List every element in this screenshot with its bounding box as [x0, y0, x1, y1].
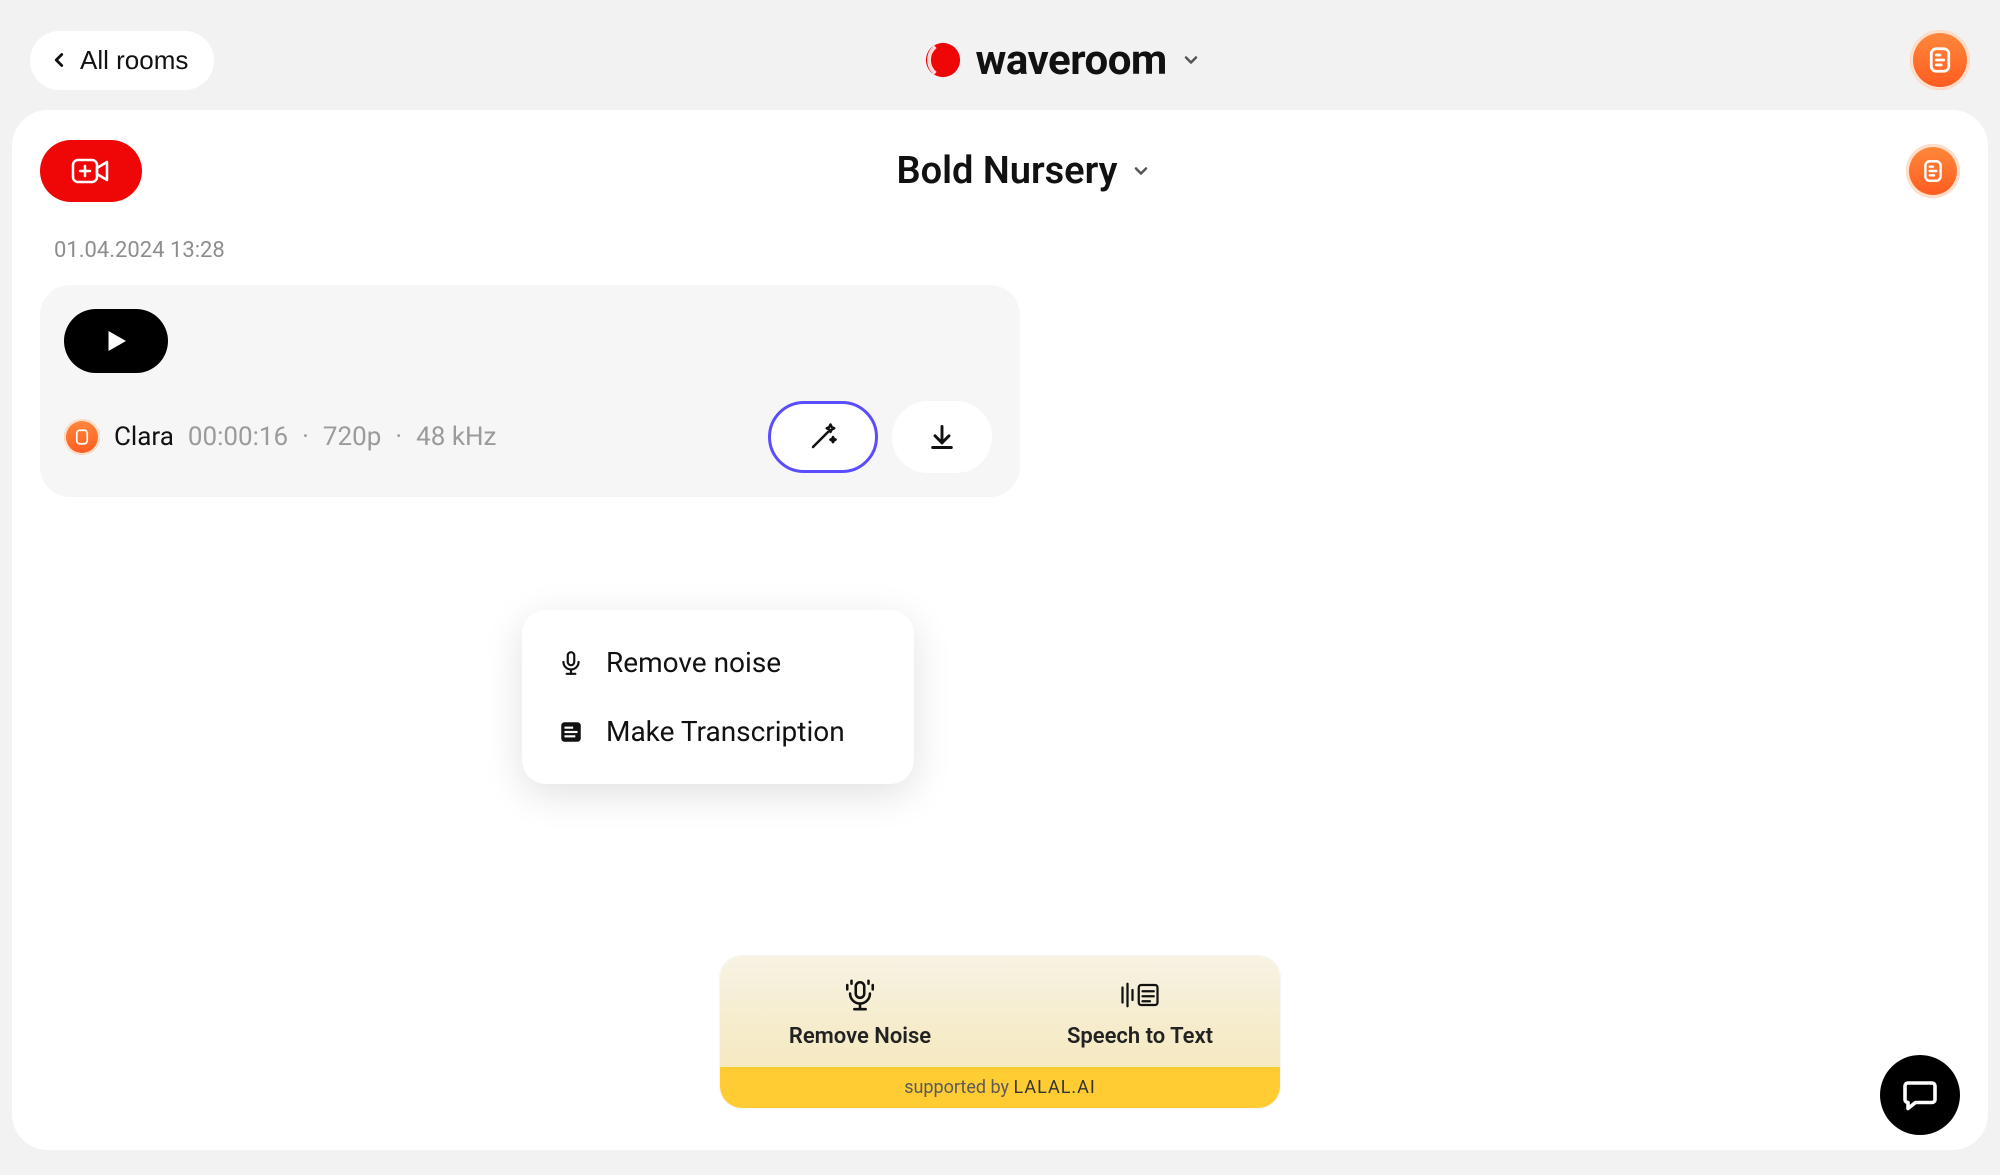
all-rooms-label: All rooms	[80, 45, 188, 76]
toolbar-supported-by: supported by LALAL.AI	[720, 1067, 1280, 1108]
room-title: Bold Nursery	[897, 149, 1118, 193]
speech-text-icon	[1120, 978, 1160, 1012]
chevron-left-icon	[48, 49, 70, 71]
user-avatar[interactable]	[1910, 30, 1970, 90]
avatar-glyph-icon	[1925, 45, 1955, 75]
menu-item-make-transcription[interactable]: Make Transcription	[532, 697, 904, 766]
recording-card: Clara 00:00:16 · 720p · 48 kHz	[40, 285, 1020, 497]
supported-by-text: supported by	[904, 1077, 1013, 1098]
chevron-down-icon	[1181, 50, 1201, 70]
avatar-glyph-icon	[73, 428, 91, 446]
room-title-dropdown[interactable]: Bold Nursery	[897, 149, 1152, 193]
mic-icon	[558, 650, 584, 676]
waveroom-logo-icon	[924, 41, 962, 79]
supported-brand: LALAL.AI	[1013, 1077, 1095, 1098]
all-rooms-button[interactable]: All rooms	[30, 31, 214, 90]
download-button[interactable]	[892, 401, 992, 473]
play-button[interactable]	[64, 309, 168, 373]
download-icon	[928, 423, 956, 451]
play-icon	[101, 326, 131, 356]
room-header: Bold Nursery	[40, 140, 1960, 202]
session-timestamp: 01.04.2024 13:28	[54, 238, 1960, 263]
main-panel: Bold Nursery 01.04.2024 13:28 Clara 00:0…	[12, 110, 1988, 1150]
clip-actions	[768, 401, 992, 473]
chat-icon	[1902, 1077, 1938, 1113]
magic-actions-menu: Remove noise Make Transcription	[522, 610, 914, 784]
toolbar-remove-noise[interactable]: Remove Noise	[720, 978, 1000, 1049]
brand-dropdown[interactable]: waveroom	[924, 36, 1201, 85]
toolbar-speech-to-text[interactable]: Speech to Text	[1000, 978, 1280, 1049]
toolbar-label: Speech to Text	[1067, 1024, 1213, 1049]
avatar-glyph-icon	[1920, 158, 1946, 184]
record-video-icon	[71, 156, 111, 186]
clip-avatar	[64, 419, 100, 455]
menu-item-label: Make Transcription	[606, 715, 845, 748]
brand-name: waveroom	[976, 36, 1167, 85]
chevron-down-icon	[1131, 161, 1151, 181]
transcript-icon	[558, 719, 584, 745]
ai-tools-toolbar: Remove Noise Speech to Text supported by…	[720, 956, 1280, 1108]
toolbar-label: Remove Noise	[789, 1024, 931, 1049]
mic-noise-icon	[843, 978, 877, 1012]
chat-widget-button[interactable]	[1880, 1055, 1960, 1135]
top-bar: All rooms waveroom	[0, 0, 2000, 110]
record-button[interactable]	[40, 140, 142, 202]
clip-name: Clara	[114, 422, 174, 452]
meta-dot: ·	[395, 422, 402, 452]
menu-item-label: Remove noise	[606, 646, 781, 679]
clip-meta-row: Clara 00:00:16 · 720p · 48 kHz	[64, 401, 992, 473]
menu-item-remove-noise[interactable]: Remove noise	[532, 628, 904, 697]
magic-actions-button[interactable]	[768, 401, 878, 473]
clip-resolution: 720p	[323, 422, 381, 452]
clip-duration: 00:00:16	[188, 422, 288, 452]
meta-dot: ·	[302, 422, 309, 452]
clip-samplerate: 48 kHz	[416, 422, 496, 452]
room-avatar[interactable]	[1906, 144, 1960, 198]
magic-wand-icon	[808, 422, 838, 452]
